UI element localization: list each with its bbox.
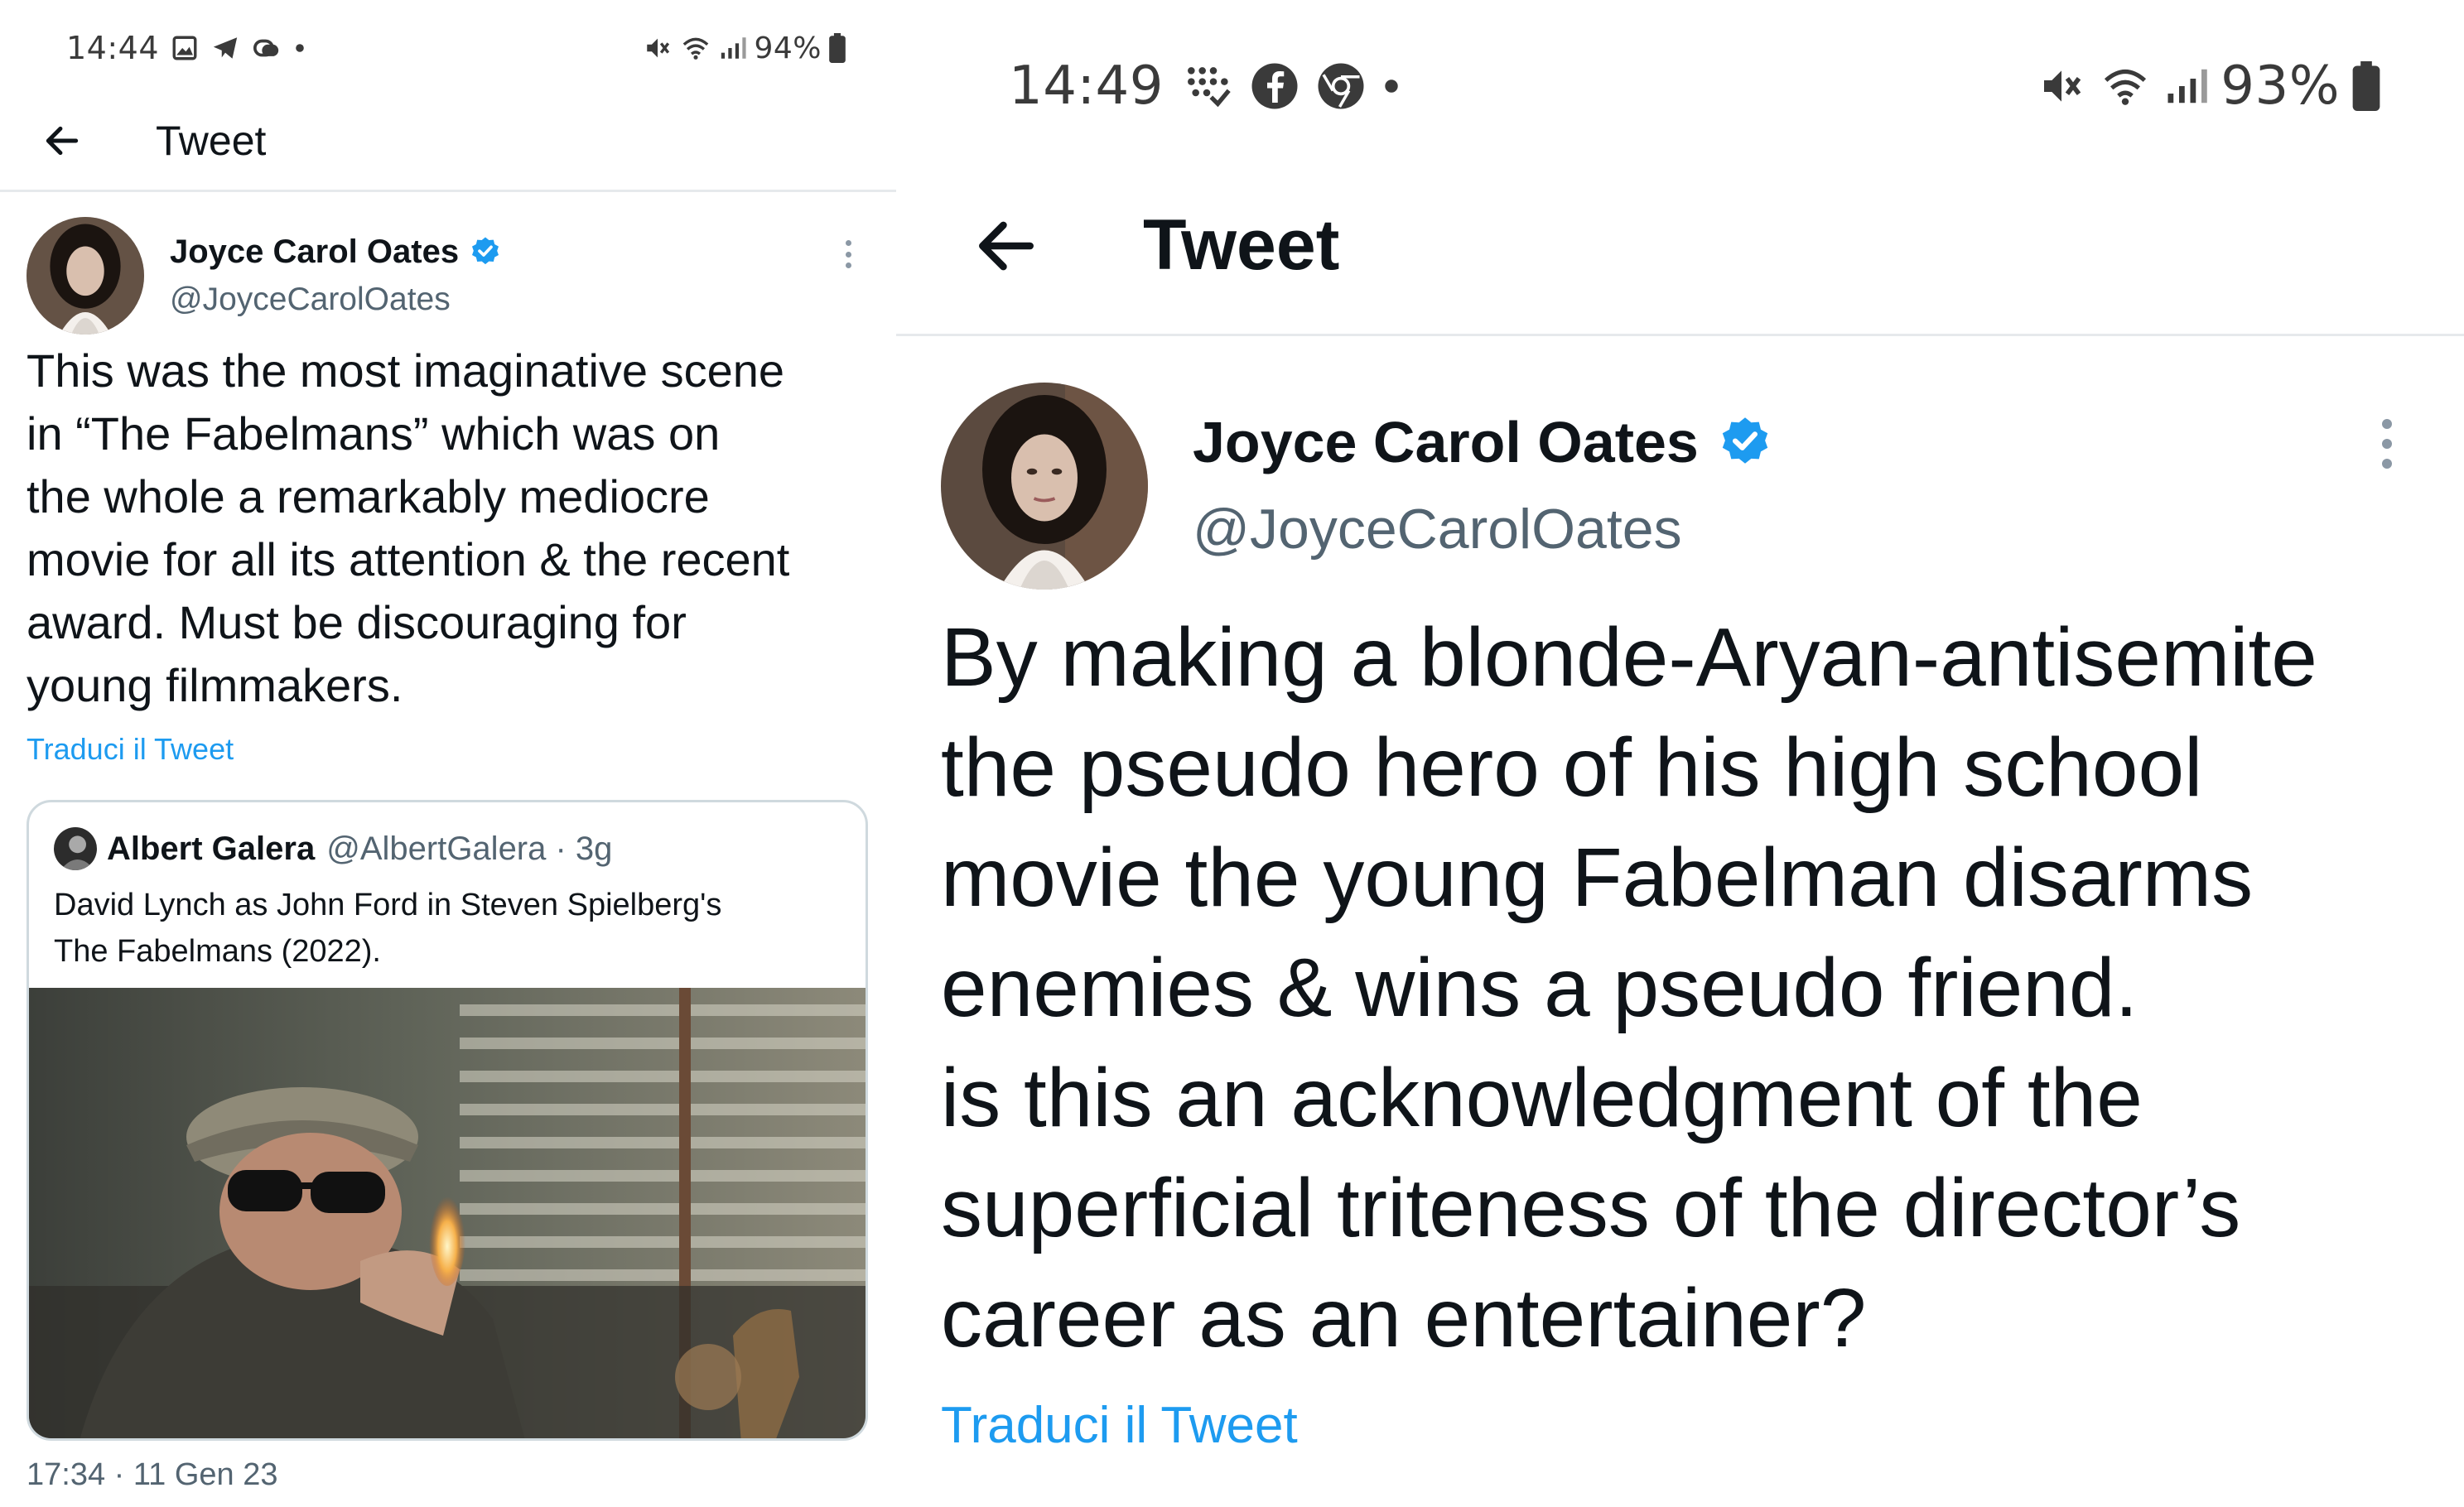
right-screenshot: 14:49 93% Tweet Joyce Carol Oates @Joyce… <box>896 0 2464 1507</box>
translate-link[interactable]: Traduci il Tweet <box>27 732 234 767</box>
quoted-tweet-card[interactable]: Albert Galera @AlbertGalera · 3g David L… <box>27 800 868 1441</box>
left-screenshot: 14:44 94% Tweet Joyce Carol Oates @Joyce… <box>0 0 896 1507</box>
tweet-timestamp[interactable]: 17:34 · 11 Gen 23 <box>27 1457 278 1493</box>
back-arrow-icon[interactable] <box>969 209 1044 283</box>
page-title: Tweet <box>156 117 267 164</box>
wifi-icon <box>679 34 712 62</box>
battery-percentage: 93% <box>2220 55 2340 117</box>
battery-percentage: 94% <box>754 31 822 65</box>
battery-icon <box>2351 61 2381 111</box>
back-arrow-icon[interactable] <box>40 118 84 163</box>
facebook-icon <box>1250 61 1300 111</box>
author-name-text: Joyce Carol Oates <box>1193 410 1699 474</box>
dots-grid-icon <box>1180 60 1233 113</box>
author-handle[interactable]: @JoyceCarolOates <box>1193 497 1682 561</box>
verified-badge-icon <box>1717 414 1773 470</box>
signal-icon <box>2164 63 2209 109</box>
link-icon <box>252 34 282 62</box>
quote-author-name-text: Albert Galera <box>107 830 316 867</box>
status-bar: 14:49 93% <box>896 51 2464 121</box>
translate-link[interactable]: Traduci il Tweet <box>941 1396 1298 1455</box>
page-title: Tweet <box>1143 205 1340 285</box>
quote-avatar <box>54 827 97 870</box>
mute-icon <box>2037 63 2086 109</box>
telegram-icon <box>210 34 240 62</box>
signal-icon <box>719 34 747 62</box>
tweet-header: Tweet <box>896 157 2464 336</box>
battery-icon <box>828 33 846 63</box>
dot-icon <box>293 41 306 55</box>
author-handle[interactable]: @JoyceCarolOates <box>170 282 451 318</box>
verified-badge-icon <box>469 235 502 268</box>
mute-icon <box>643 34 673 62</box>
dot-icon <box>1382 77 1401 95</box>
quote-media-image[interactable] <box>29 988 866 1438</box>
quote-header: Albert Galera @AlbertGalera · 3g <box>54 824 612 874</box>
more-options-icon[interactable] <box>841 240 855 268</box>
chrome-icon <box>1316 61 1366 111</box>
status-bar: 14:44 94% <box>0 25 896 71</box>
author-name-text: Joyce Carol Oates <box>170 233 460 270</box>
author-name[interactable]: Joyce Carol Oates <box>170 230 502 273</box>
quote-handle-time: @AlbertGalera · 3g <box>326 830 613 867</box>
tweet-text: This was the most imaginative scene in “… <box>27 344 790 711</box>
more-options-icon[interactable] <box>2379 419 2395 469</box>
quote-text: David Lynch as John Ford in Steven Spiel… <box>54 888 722 969</box>
wifi-icon <box>2098 63 2153 109</box>
gallery-icon <box>171 34 199 62</box>
avatar[interactable] <box>27 217 144 335</box>
tweet-header: Tweet <box>0 91 896 192</box>
author-name[interactable]: Joyce Carol Oates <box>1193 407 1773 477</box>
status-time: 14:49 <box>1009 55 1164 117</box>
tweet-text: By making a blonde-Aryan-antisemite the … <box>941 611 2317 1365</box>
avatar[interactable] <box>941 383 1148 590</box>
status-time: 14:44 <box>66 30 160 66</box>
